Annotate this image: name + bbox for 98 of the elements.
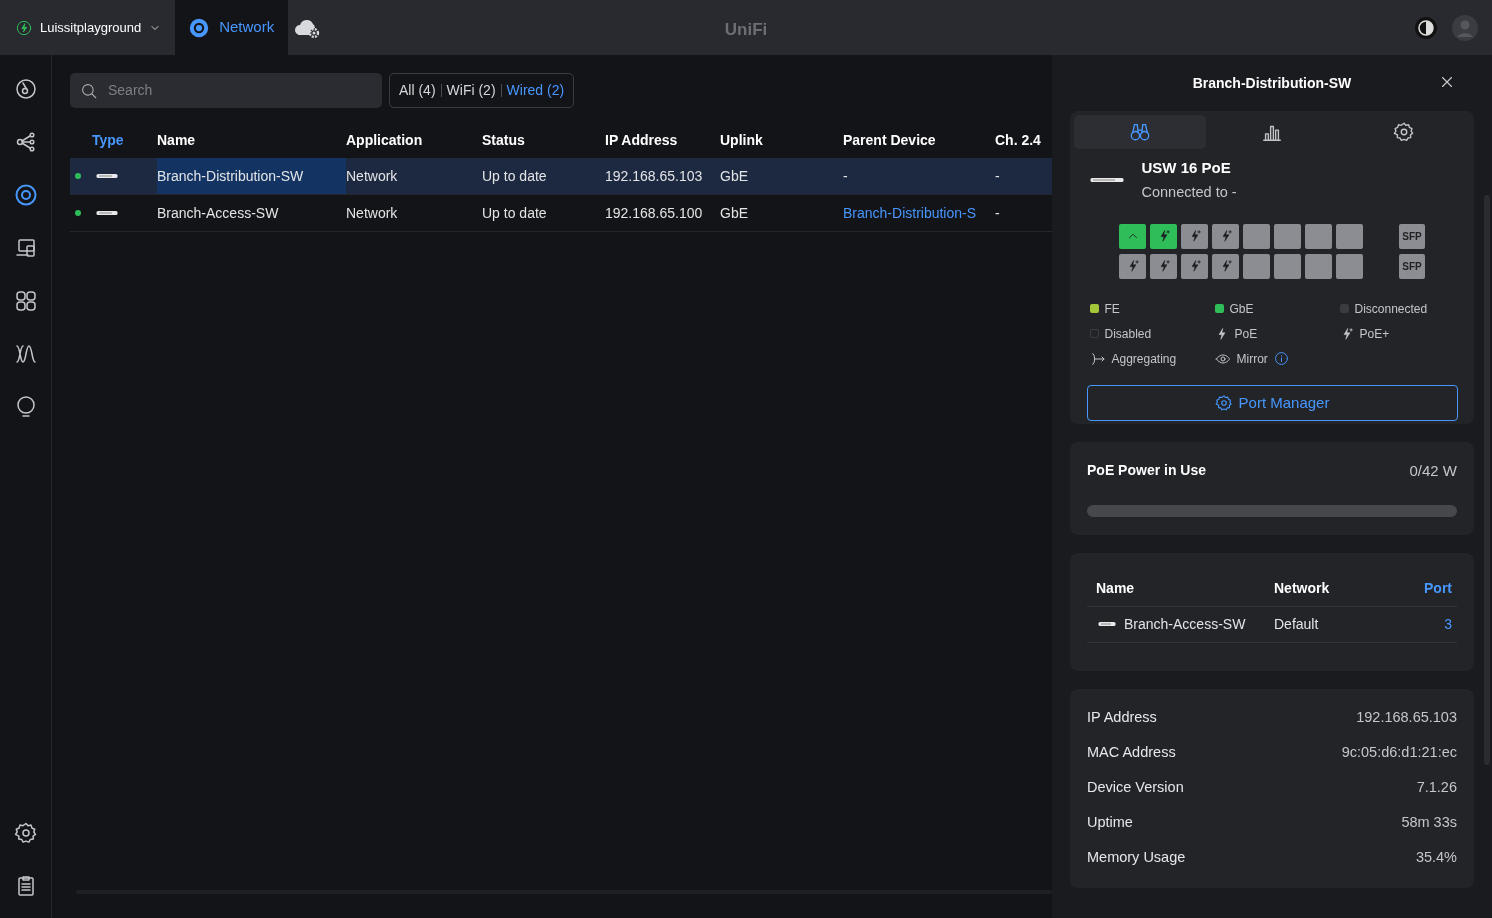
search-input[interactable]: Search <box>106 79 372 102</box>
filter-tab[interactable]: All (4) <box>394 80 441 101</box>
devices-icon <box>13 236 38 260</box>
port[interactable] <box>1212 253 1239 279</box>
port[interactable] <box>1119 253 1146 279</box>
target-icon <box>13 183 38 207</box>
table-cell-text: Branch-Access-SW <box>157 203 279 223</box>
detail-value: 58m 33s <box>1401 813 1457 833</box>
table-cell-text: Branch-Access-SW <box>1124 614 1246 634</box>
table-cell-text: Up to date <box>482 203 547 223</box>
info-icon[interactable] <box>1273 351 1289 367</box>
logo: UniFi <box>724 19 768 41</box>
settings-icon <box>1393 120 1416 143</box>
port[interactable] <box>1181 253 1208 279</box>
search-field[interactable]: Search <box>70 73 382 108</box>
column-header[interactable]: Network <box>1274 577 1330 599</box>
detail-label: Uptime <box>1087 813 1133 833</box>
settings-icon <box>13 821 38 845</box>
port[interactable] <box>1336 223 1363 249</box>
app-tab[interactable]: Network <box>175 0 289 55</box>
port[interactable] <box>1243 253 1270 279</box>
table-cell-text: Network <box>346 203 398 223</box>
table-cell-text: Up to date <box>482 166 547 186</box>
table-cell-text: 192.168.65.100 <box>605 203 703 223</box>
port[interactable] <box>1150 223 1177 249</box>
column-header[interactable]: Port <box>1424 577 1452 599</box>
column-header[interactable]: Type <box>70 122 157 158</box>
aggregate-icon <box>1089 350 1106 367</box>
detail-value: 7.1.26 <box>1416 778 1457 798</box>
panel-title: Branch-Distribution-SW <box>1192 73 1352 93</box>
column-header[interactable]: Ch. 2.4 <box>995 122 1052 158</box>
column-header[interactable]: Application <box>346 122 482 158</box>
detail-label: Memory Usage <box>1087 848 1186 868</box>
port[interactable] <box>1212 223 1239 249</box>
detail-label: IP Address <box>1087 708 1157 728</box>
port-manager-button[interactable]: Port Manager <box>1086 384 1458 421</box>
detail-label: Device Version <box>1087 778 1184 798</box>
filter-tab[interactable]: WiFi (2) <box>441 80 501 101</box>
bolt-icon <box>16 19 32 36</box>
port[interactable] <box>1181 223 1208 249</box>
table-cell-text: Default <box>1274 614 1319 634</box>
port[interactable] <box>1336 253 1363 279</box>
port-link[interactable]: 3 <box>1444 613 1452 635</box>
legend-label: GbE <box>1229 300 1254 318</box>
site-selector[interactable]: Luissitplayground <box>0 0 176 55</box>
legend-label: Disconnected <box>1354 300 1428 318</box>
legend-label: FE <box>1104 300 1120 318</box>
column-header[interactable]: Uplink <box>720 122 843 158</box>
legend-label: Disabled <box>1104 325 1152 343</box>
port[interactable] <box>1243 223 1270 249</box>
sfp-port[interactable]: SFP <box>1399 253 1425 279</box>
column-header[interactable]: Parent Device <box>843 122 995 158</box>
table-cell-text: GbE <box>720 203 748 223</box>
theme-toggle-icon[interactable] <box>1414 15 1438 40</box>
port[interactable] <box>1305 223 1332 249</box>
port[interactable] <box>1305 253 1332 279</box>
device-link[interactable]: Branch-Distribution-S <box>843 202 977 224</box>
switch-icon <box>1098 621 1116 628</box>
table-cell-text: - <box>995 166 1000 186</box>
column-header[interactable]: IP Address <box>605 122 720 158</box>
connection-text: Connected to - <box>1141 183 1237 202</box>
table-cell-text: 192.168.65.103 <box>605 166 703 186</box>
settings-icon <box>1214 393 1233 412</box>
table-cell-text: Branch-Distribution-SW <box>157 166 304 186</box>
search-icon <box>80 81 98 100</box>
wave-icon <box>13 342 38 366</box>
table-cell-text: - <box>843 166 848 186</box>
panel-tab[interactable] <box>1073 114 1206 149</box>
port[interactable] <box>1274 253 1301 279</box>
port[interactable] <box>1150 253 1177 279</box>
switch-icon <box>96 173 118 179</box>
detail-value: 192.168.65.103 <box>1356 708 1457 728</box>
power-reading: 0/42 W <box>1409 461 1457 482</box>
table-cell-text: Network <box>346 166 398 186</box>
detail-value: 9c:05:d6:d1:21:ec <box>1341 743 1457 763</box>
table-cell-text: - <box>995 203 1000 223</box>
card-title: PoE Power in Use <box>1087 461 1207 481</box>
column-header[interactable]: Status <box>482 122 605 158</box>
port[interactable] <box>1274 223 1301 249</box>
legend-label: PoE <box>1234 325 1258 343</box>
legend-swatch <box>1089 329 1099 339</box>
switch-icon <box>96 210 118 216</box>
grid-icon <box>13 289 38 313</box>
detail-label: MAC Address <box>1087 743 1176 763</box>
port[interactable] <box>1119 223 1146 249</box>
legend-label: Aggregating <box>1111 350 1177 368</box>
gauge-icon <box>13 77 38 101</box>
filter-tab[interactable]: Wired (2) <box>501 80 570 101</box>
switch-icon <box>1089 177 1124 184</box>
device-model: USW 16 PoE <box>1141 157 1232 178</box>
legend-label: PoE+ <box>1359 325 1390 343</box>
network-icon <box>189 17 210 38</box>
detail-value: 35.4% <box>1415 848 1457 868</box>
column-header[interactable]: Name <box>1096 577 1135 599</box>
column-header[interactable]: Name <box>157 122 346 158</box>
legend-label: Mirror <box>1236 350 1268 368</box>
table-cell-text: GbE <box>720 166 748 186</box>
sfp-port[interactable]: SFP <box>1399 223 1425 249</box>
